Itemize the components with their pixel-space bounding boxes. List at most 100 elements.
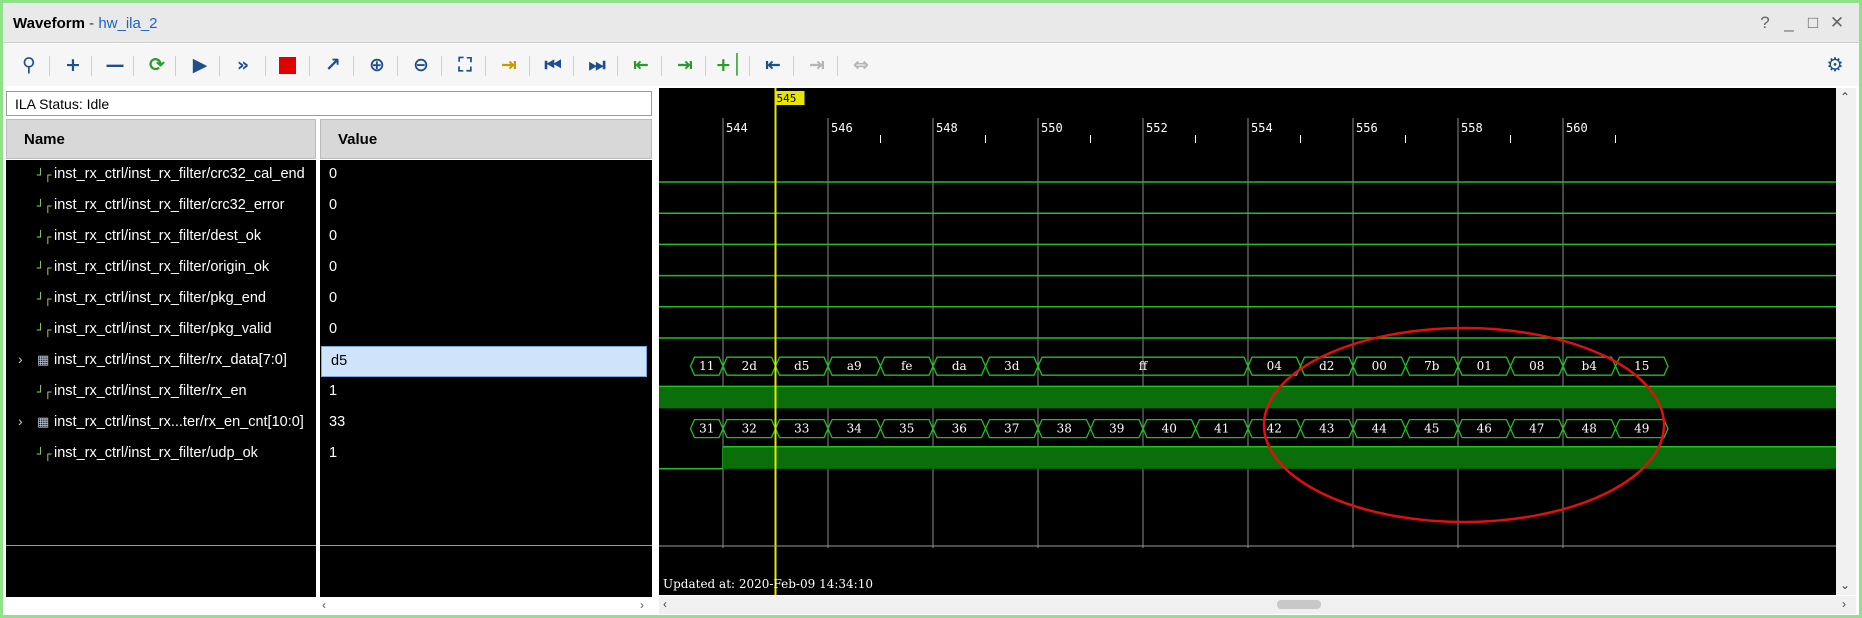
help-button[interactable]: ? bbox=[1755, 13, 1775, 33]
go-to-time-zero-icon[interactable]: ⏮ bbox=[539, 52, 567, 78]
vertical-scrollbar[interactable]: ⌃ ⌄ bbox=[1836, 88, 1856, 595]
rx-data-value: da bbox=[952, 359, 967, 373]
signal-name: inst_rx_ctrl/inst_rx_filter/pkg_end bbox=[54, 290, 266, 306]
rx-en-cnt-value: 34 bbox=[847, 422, 863, 436]
value-cell[interactable]: 1 bbox=[320, 377, 652, 408]
stop-icon[interactable] bbox=[273, 52, 301, 78]
device-link[interactable]: hw_ila_2 bbox=[98, 15, 157, 32]
time-tick-label: 560 bbox=[1566, 121, 1588, 135]
rx-data-value: 01 bbox=[1477, 359, 1492, 373]
time-tick-label: 544 bbox=[726, 121, 748, 135]
udp-ok-high-fill bbox=[723, 446, 1836, 469]
horizontal-scrollbar[interactable]: ‹ › bbox=[659, 596, 1856, 614]
previous-transition-icon[interactable]: ⇤ bbox=[627, 52, 655, 78]
value-cell[interactable]: 33 bbox=[320, 408, 652, 439]
signal-value: 1 bbox=[329, 445, 338, 461]
remove-icon[interactable]: — bbox=[101, 52, 129, 78]
signal-name: inst_rx_ctrl/inst_rx_filter/dest_ok bbox=[54, 228, 262, 244]
title-separator: - bbox=[84, 15, 99, 32]
bus-signal-icon: ▦ bbox=[37, 353, 50, 368]
previous-marker-icon[interactable]: ⇤ bbox=[759, 52, 787, 78]
signal-row[interactable]: ┘┌ inst_rx_ctrl/inst_rx_filter/origin_ok bbox=[6, 253, 316, 284]
value-cell-selected[interactable]: d5 bbox=[321, 346, 647, 377]
scroll-left-icon[interactable]: ‹ bbox=[322, 598, 326, 612]
value-cell[interactable]: 0 bbox=[320, 160, 652, 191]
signal-row[interactable]: ┘┌ inst_rx_ctrl/inst_rx_filter/crc32_cal_… bbox=[6, 160, 316, 191]
cursor-label: 545 bbox=[777, 92, 797, 105]
zoom-add-icon[interactable]: + bbox=[59, 52, 87, 78]
rx-en-cnt-value: 42 bbox=[1267, 422, 1282, 436]
search-icon[interactable]: ⚲ bbox=[15, 52, 43, 78]
go-to-cursor-icon[interactable]: ⇥ bbox=[495, 52, 523, 78]
next-transition-icon[interactable]: ⇥ bbox=[671, 52, 699, 78]
rx-en-cnt-value: 40 bbox=[1162, 422, 1177, 436]
expand-chevron-icon[interactable]: › bbox=[18, 351, 23, 367]
expand-chevron-icon[interactable]: › bbox=[18, 413, 23, 429]
scroll-right-icon[interactable]: › bbox=[640, 598, 644, 612]
waveform-canvas[interactable]: 544 546 548 550 552 554 556 558 560 545 11 2d d5 a9 fe… bbox=[659, 88, 1836, 595]
scroll-left-icon[interactable]: ‹ bbox=[663, 597, 667, 611]
name-column-header[interactable]: Name bbox=[6, 119, 316, 159]
signal-value: 33 bbox=[329, 414, 346, 430]
rx-data-value: d2 bbox=[1319, 359, 1334, 373]
value-column-header[interactable]: Value bbox=[320, 119, 652, 159]
scroll-up-icon[interactable]: ⌃ bbox=[1840, 90, 1850, 104]
run-icon[interactable]: ▶ bbox=[186, 52, 214, 78]
bit-signal-icon: ┘┌ bbox=[37, 230, 52, 244]
signal-name-list: ┘┌ inst_rx_ctrl/inst_rx_filter/crc32_cal_… bbox=[6, 160, 316, 597]
signal-row[interactable]: ┘┌ inst_rx_ctrl/inst_rx_filter/udp_ok bbox=[6, 439, 316, 470]
rx-data-value: a9 bbox=[847, 359, 862, 373]
bit-signal-icon: ┘┌ bbox=[37, 199, 52, 213]
rx-en-cnt-value: 32 bbox=[742, 422, 757, 436]
title-text: Waveform bbox=[13, 15, 85, 32]
minimize-button[interactable]: _ bbox=[1779, 13, 1799, 33]
bit-signal-icon: ┘┌ bbox=[37, 447, 52, 461]
signal-row[interactable]: › ▦ inst_rx_ctrl/inst_rx...ter/rx_en_cnt[1… bbox=[6, 408, 316, 439]
signal-value-list: 0 0 0 0 0 0 d5 1 33 1 bbox=[320, 160, 652, 597]
value-cell[interactable]: 0 bbox=[320, 191, 652, 222]
value-cell[interactable]: 0 bbox=[320, 284, 652, 315]
signal-row[interactable]: ┘┌ inst_rx_ctrl/inst_rx_filter/dest_ok bbox=[6, 222, 316, 253]
time-tick-label: 550 bbox=[1041, 121, 1063, 135]
rx-data-value: d5 bbox=[794, 359, 809, 373]
bit-signal-icon: ┘┌ bbox=[37, 323, 52, 337]
rx-en-cnt-value: 36 bbox=[952, 422, 967, 436]
rx-en-cnt-value: 37 bbox=[1004, 422, 1019, 436]
value-cell[interactable]: 0 bbox=[320, 253, 652, 284]
signal-value: 0 bbox=[329, 166, 338, 182]
run-trigger-icon[interactable]: ⟳ bbox=[143, 52, 171, 78]
signal-row-selected[interactable]: › ▦ inst_rx_ctrl/inst_rx_filter/rx_data[7:… bbox=[6, 346, 316, 377]
maximize-button[interactable]: □ bbox=[1803, 13, 1823, 33]
signal-row[interactable]: ┘┌ inst_rx_ctrl/inst_rx_filter/rx_en bbox=[6, 377, 316, 408]
value-cell[interactable]: 0 bbox=[320, 222, 652, 253]
rx-en-cnt-value: 44 bbox=[1372, 422, 1388, 436]
rx-en-cnt-value: 39 bbox=[1109, 422, 1124, 436]
value-cell[interactable]: 0 bbox=[320, 315, 652, 346]
rx-en-cnt-value: 35 bbox=[899, 422, 914, 436]
rx-en-cnt-value: 47 bbox=[1529, 422, 1544, 436]
zoom-out-icon[interactable]: ⊖ bbox=[407, 52, 435, 78]
updated-at-text: Updated at: 2020-Feb-09 14:34:10 bbox=[663, 577, 873, 591]
signal-row[interactable]: ┘┌ inst_rx_ctrl/inst_rx_filter/crc32_erro… bbox=[6, 191, 316, 222]
signal-row[interactable]: ┘┌ inst_rx_ctrl/inst_rx_filter/pkg_valid bbox=[6, 315, 316, 346]
run-immediate-icon[interactable]: » bbox=[229, 52, 257, 78]
scroll-thumb[interactable] bbox=[1277, 600, 1321, 609]
add-marker-icon[interactable]: +│ bbox=[715, 52, 743, 78]
signal-name: inst_rx_ctrl/inst_rx_filter/crc32_cal_en… bbox=[54, 166, 305, 182]
title-bar: Waveform - hw_ila_2 ? _ □ ✕ bbox=[3, 3, 1859, 43]
zoom-in-icon[interactable]: ⊕ bbox=[363, 52, 391, 78]
scroll-down-icon[interactable]: ⌄ bbox=[1840, 578, 1850, 592]
scroll-right-icon[interactable]: › bbox=[1842, 597, 1846, 611]
signal-row[interactable]: ┘┌ inst_rx_ctrl/inst_rx_filter/pkg_end bbox=[6, 284, 316, 315]
signal-value: 0 bbox=[329, 290, 338, 306]
rx-data-value: 3d bbox=[1004, 359, 1020, 373]
value-cell[interactable]: 1 bbox=[320, 439, 652, 470]
go-to-last-time-icon[interactable]: ⏭ bbox=[583, 52, 611, 78]
settings-icon[interactable]: ⚙ bbox=[1821, 52, 1849, 78]
export-icon[interactable]: ↗ bbox=[319, 52, 347, 78]
zoom-fit-icon[interactable]: ⛶ bbox=[451, 52, 479, 78]
bit-signal-icon: ┘┌ bbox=[37, 385, 52, 399]
rx-data-value: 00 bbox=[1372, 359, 1387, 373]
close-button[interactable]: ✕ bbox=[1827, 13, 1847, 33]
pane-divider bbox=[320, 545, 652, 546]
